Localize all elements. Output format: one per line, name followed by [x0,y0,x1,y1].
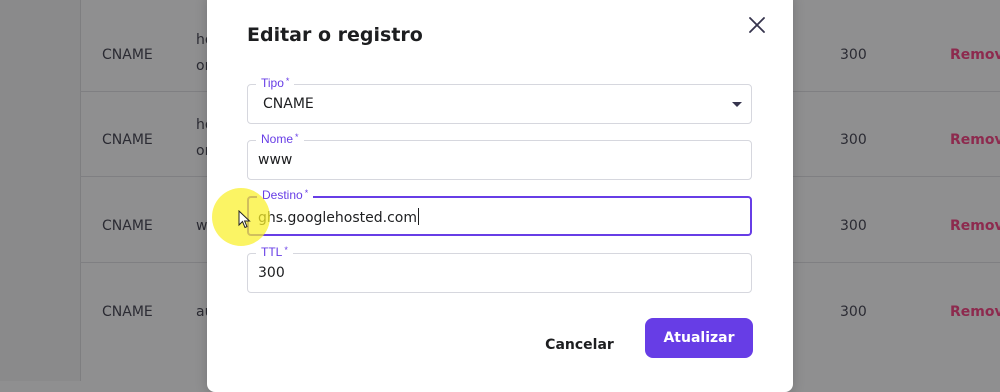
nome-value: www [258,152,293,168]
record-ttl: 300 [840,304,867,320]
destino-label: Destino * [257,188,314,202]
record-type: CNAME [102,132,153,148]
record-ttl: 300 [840,47,867,63]
tipo-select[interactable]: Tipo * CNAME [247,76,752,124]
close-button[interactable] [745,13,769,37]
record-ttl: 300 [840,132,867,148]
ttl-field[interactable]: TTL * 300 [247,245,752,293]
chevron-down-icon [732,102,742,107]
destino-field[interactable]: Destino * ghs.googlehosted.com [247,188,752,236]
edit-record-modal: Editar o registro Tipo * CNAME Nome * www … [207,0,793,392]
mouse-pointer-icon [238,210,251,229]
record-name: w [196,218,208,234]
cancel-button[interactable]: Cancelar [527,325,632,365]
nome-label: Nome * [256,132,304,146]
nome-field[interactable]: Nome * www [247,132,752,180]
remove-link[interactable]: Remove [950,304,1000,320]
ttl-label: TTL * [256,245,293,259]
text-caret [417,208,419,225]
record-type: CNAME [102,218,153,234]
remove-link[interactable]: Remove [950,132,1000,148]
remove-link[interactable]: Remove [950,47,1000,63]
ttl-value: 300 [258,265,285,281]
tipo-label: Tipo * [256,76,295,90]
destino-value: ghs.googlehosted.com [258,208,419,226]
remove-link[interactable]: Remove [950,218,1000,234]
modal-title: Editar o registro [247,24,423,46]
update-button[interactable]: Atualizar [645,318,753,358]
record-ttl: 300 [840,218,867,234]
tipo-value: CNAME [263,96,314,112]
record-type: CNAME [102,304,153,320]
record-type: CNAME [102,47,153,63]
close-icon [749,17,765,33]
left-sidebar-strip [0,0,81,381]
